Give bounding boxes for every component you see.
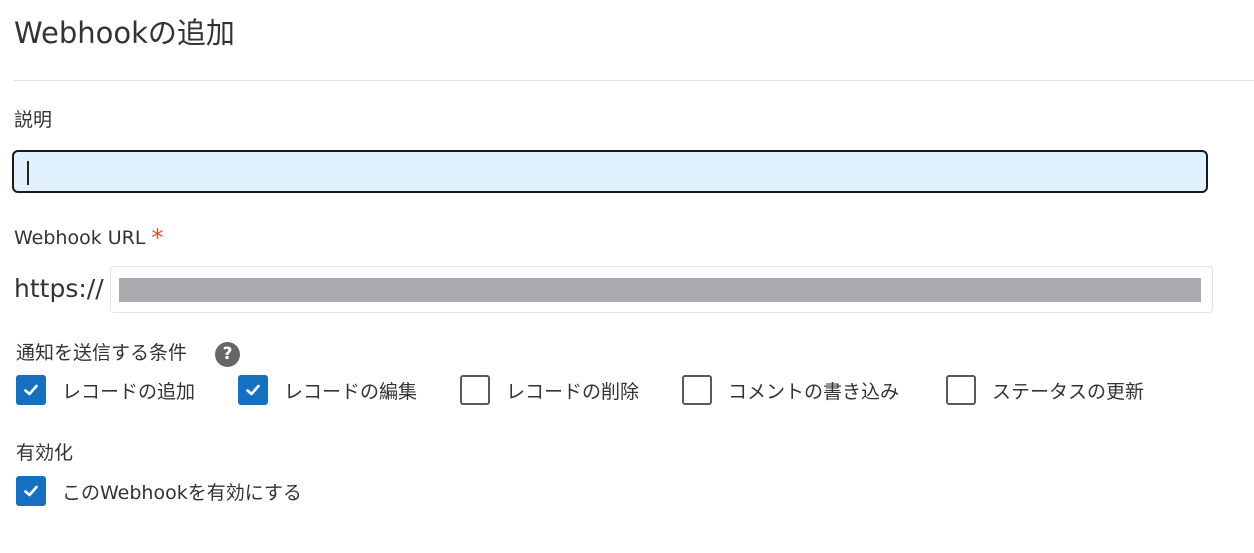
checkbox-label: コメントの書き込み — [728, 380, 900, 403]
checkbox-label: このWebhookを有効にする — [62, 481, 302, 504]
checkbox-unchecked-icon[interactable] — [460, 375, 490, 405]
checkbox-record-delete[interactable]: レコードの削除 — [460, 374, 639, 406]
checkbox-comment-post[interactable]: コメントの書き込み — [682, 374, 899, 406]
url-prefix: https:// — [14, 274, 104, 303]
checkbox-checked-icon[interactable] — [238, 375, 268, 405]
description-input[interactable] — [12, 150, 1208, 193]
checkbox-status-update[interactable]: ステータスの更新 — [946, 374, 1144, 406]
enable-label: 有効化 — [16, 442, 74, 464]
webhook-add-form: Webhookの追加 説明 Webhook URL * https:// 通知を送… — [0, 0, 1254, 553]
redacted-url-value — [119, 278, 1201, 302]
checkbox-checked-icon[interactable] — [16, 375, 46, 405]
conditions-label: 通知を送信する条件 — [16, 342, 188, 364]
webhook-url-input[interactable] — [110, 266, 1213, 313]
checkbox-unchecked-icon[interactable] — [946, 375, 976, 405]
checkbox-record-edit[interactable]: レコードの編集 — [238, 374, 417, 406]
webhook-url-label-text: Webhook URL — [14, 227, 146, 249]
checkbox-unchecked-icon[interactable] — [682, 375, 712, 405]
webhook-url-label: Webhook URL * — [14, 224, 163, 250]
required-mark: * — [151, 224, 164, 252]
checkbox-label: レコードの編集 — [284, 380, 418, 403]
checkbox-record-add[interactable]: レコードの追加 — [16, 374, 195, 406]
page-title: Webhookの追加 — [14, 16, 235, 50]
description-label: 説明 — [14, 109, 53, 131]
title-divider — [14, 80, 1254, 81]
checkbox-checked-icon[interactable] — [16, 476, 46, 506]
text-caret — [27, 161, 29, 185]
help-icon[interactable]: ? — [215, 342, 240, 367]
checkbox-enable-webhook[interactable]: このWebhookを有効にする — [16, 475, 302, 507]
checkbox-label: ステータスの更新 — [992, 380, 1145, 403]
checkbox-label: レコードの削除 — [506, 380, 640, 403]
checkbox-label: レコードの追加 — [62, 380, 196, 403]
